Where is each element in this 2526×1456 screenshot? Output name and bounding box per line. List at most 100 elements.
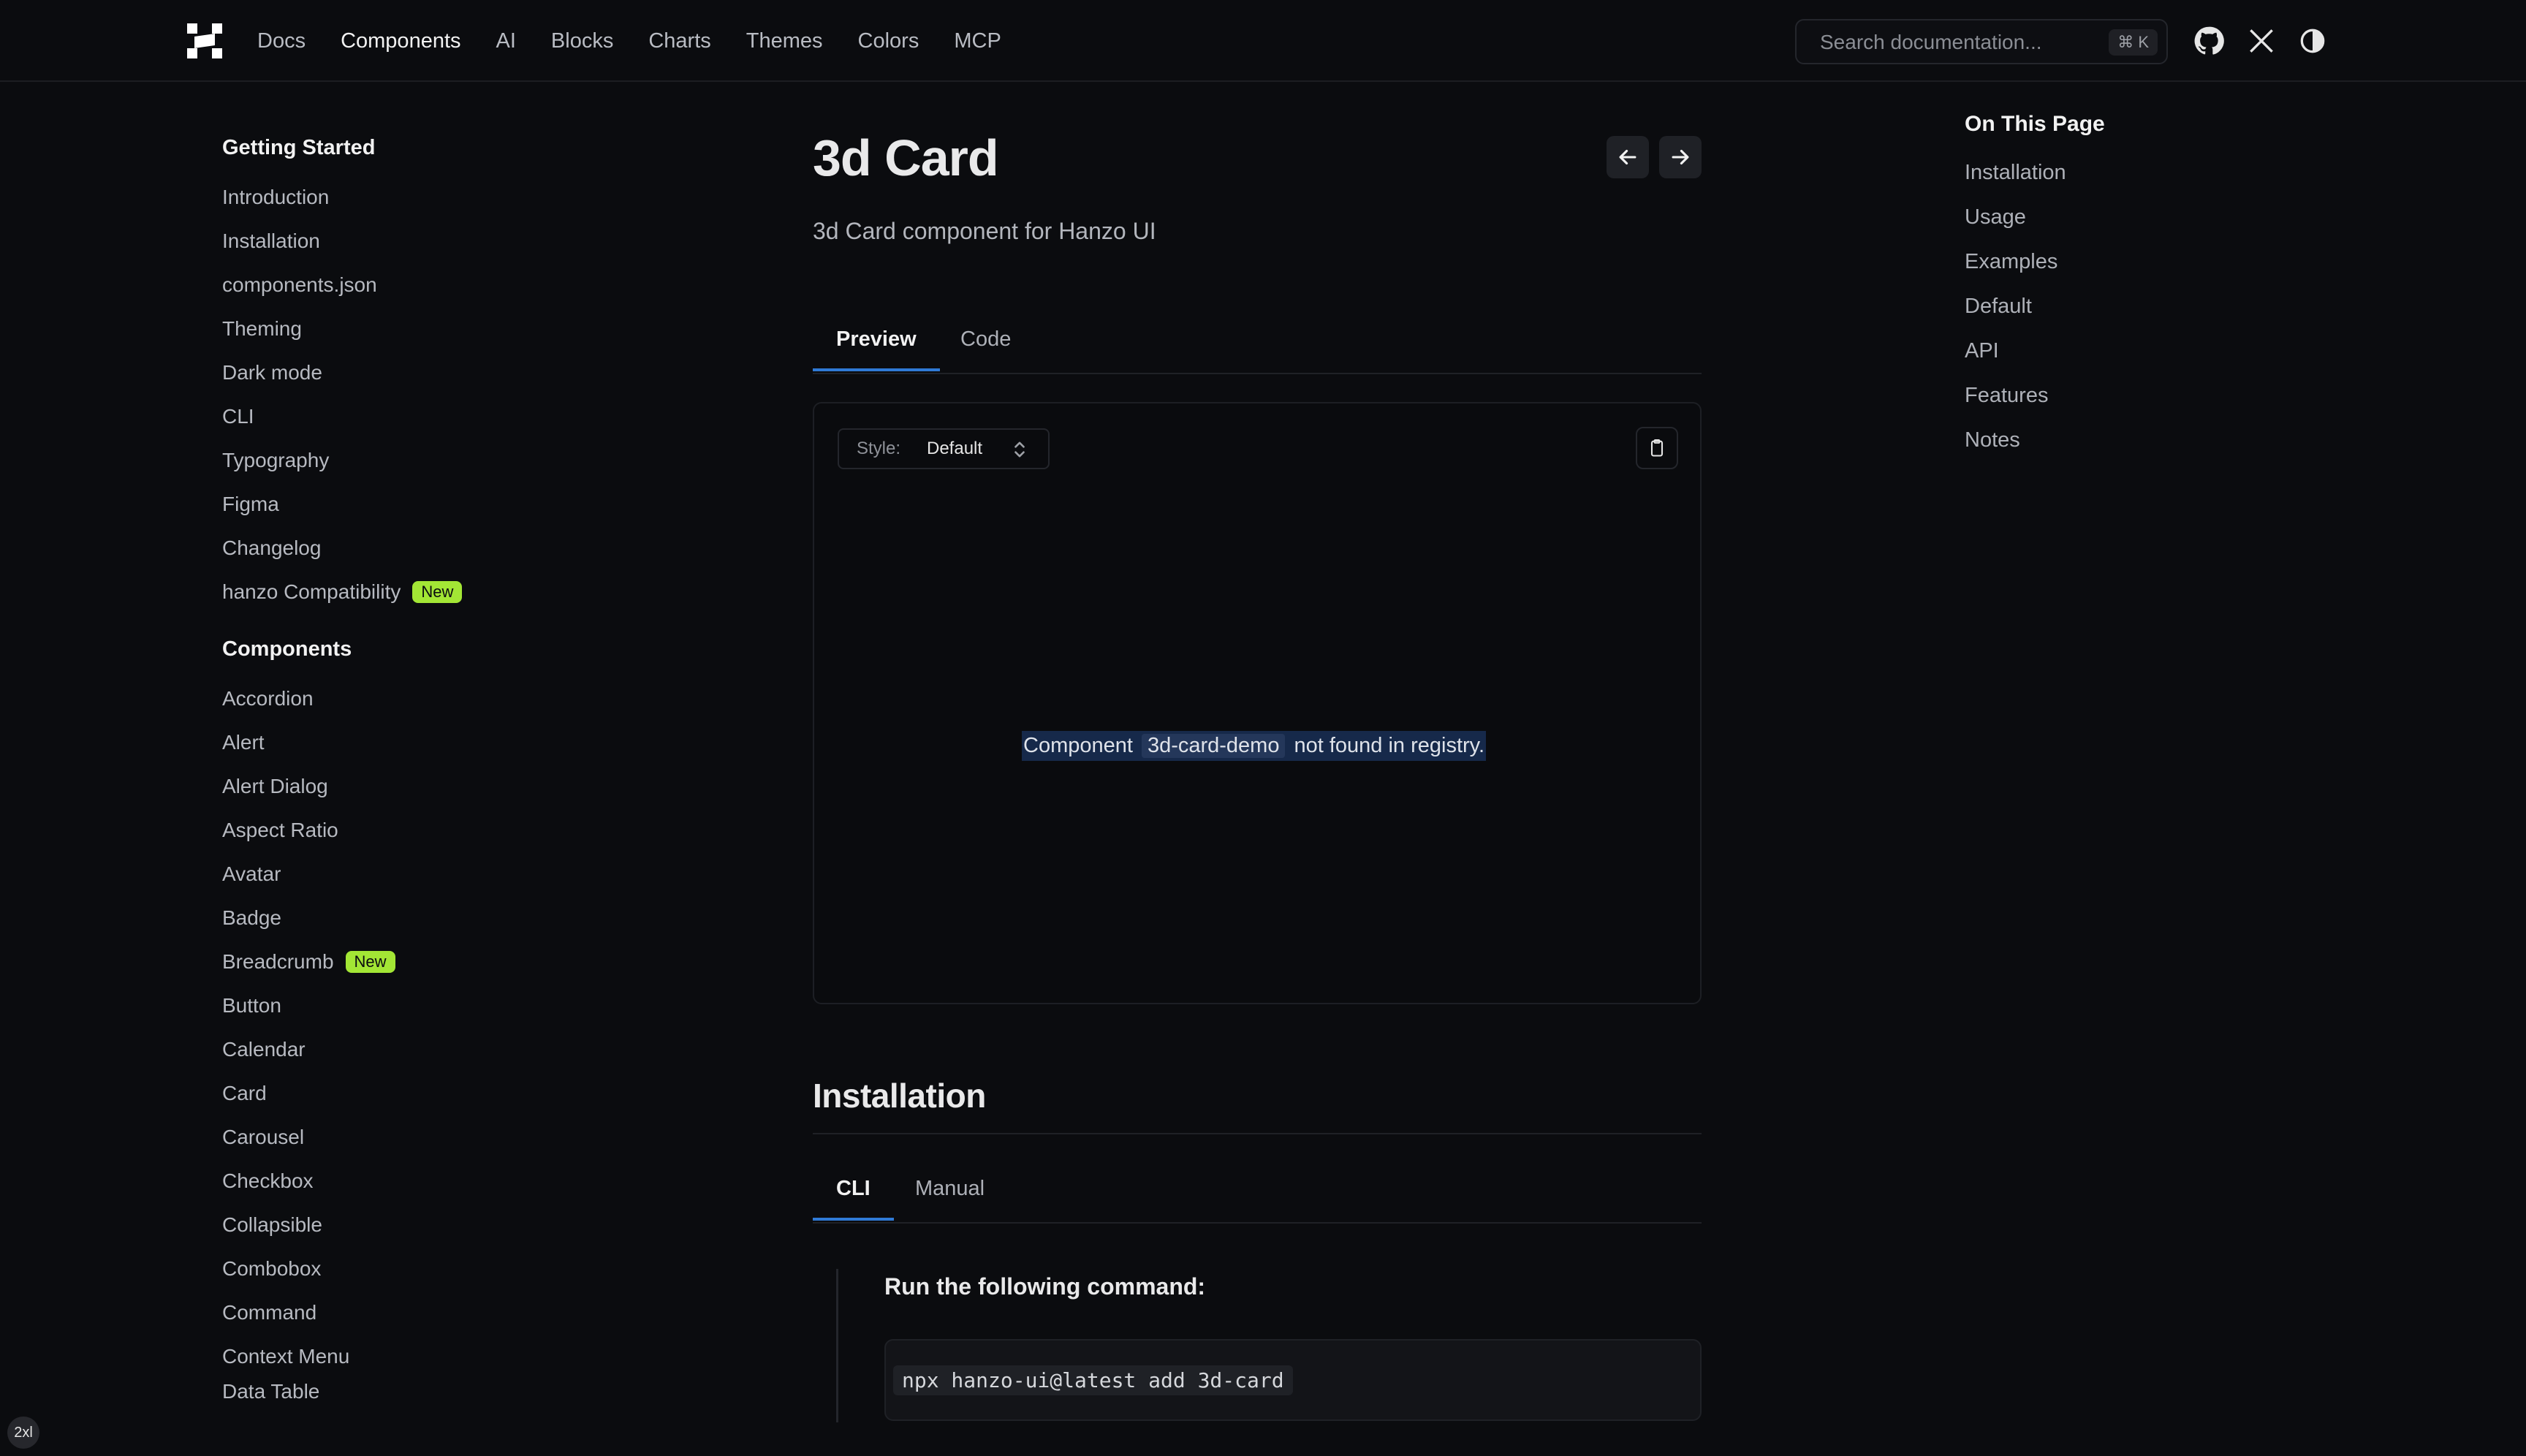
nav-charts[interactable]: Charts — [648, 29, 710, 53]
tab-manual[interactable]: Manual — [892, 1156, 1008, 1221]
sidebar-item-button[interactable]: Button — [222, 984, 632, 1028]
sidebar-item-breadcrumb[interactable]: Breadcrumb New — [222, 940, 632, 984]
step-title: Run the following command: — [884, 1273, 1206, 1300]
toc-item-installation[interactable]: Installation — [1965, 151, 2105, 195]
sidebar-item-accordion[interactable]: Accordion — [222, 677, 632, 721]
sidebar-item-label: Badge — [222, 906, 281, 929]
sidebar-item-carousel[interactable]: Carousel — [222, 1115, 632, 1159]
code-block: npx hanzo-ui@latest add 3d-card — [884, 1339, 1702, 1421]
toc-item-usage[interactable]: Usage — [1965, 195, 2105, 240]
sidebar-item-label: Context Menu — [222, 1345, 350, 1368]
previous-page-button[interactable] — [1607, 136, 1649, 178]
nav-docs[interactable]: Docs — [257, 29, 306, 53]
sidebar-item-context-menu[interactable]: Context Menu — [222, 1335, 632, 1379]
search-placeholder: Search documentation... — [1820, 31, 2042, 53]
component-preview: Style: Default Component 3d-card-demo no… — [813, 402, 1702, 1004]
sidebar-item-changelog[interactable]: Changelog — [222, 526, 632, 570]
sidebar-item-dark-mode[interactable]: Dark mode — [222, 351, 632, 395]
sidebar-item-installation[interactable]: Installation — [222, 219, 632, 263]
sidebar-item-label: Card — [222, 1082, 267, 1104]
sidebar-item-label: Combobox — [222, 1257, 322, 1280]
sidebar-item-label: Accordion — [222, 687, 314, 710]
sidebar-item-label: Figma — [222, 493, 279, 515]
search-shortcut: ⌘ K — [2109, 29, 2158, 56]
search-input[interactable]: Search documentation... ⌘ K — [1795, 19, 2168, 64]
toc-item-api[interactable]: API — [1965, 329, 2105, 374]
nav-themes[interactable]: Themes — [746, 29, 823, 53]
next-page-button[interactable] — [1659, 136, 1702, 178]
sidebar-item-collapsible[interactable]: Collapsible — [222, 1203, 632, 1247]
installation-heading: Installation — [813, 1077, 986, 1115]
sidebar-item-components-json[interactable]: components.json — [222, 263, 632, 307]
sidebar-item-label: Collapsible — [222, 1213, 322, 1236]
toc-item-notes[interactable]: Notes — [1965, 418, 2105, 463]
preview-code-tabs: Preview Code — [813, 307, 1702, 374]
installation-tabs: CLI Manual — [813, 1156, 1702, 1224]
style-select-label: Style: — [857, 439, 901, 458]
divider — [813, 1133, 1702, 1134]
x-icon[interactable] — [2245, 25, 2277, 57]
sidebar-item-badge[interactable]: Badge — [222, 896, 632, 940]
tab-code[interactable]: Code — [937, 307, 1034, 371]
nav-colors[interactable]: Colors — [858, 29, 919, 53]
sidebar-item-label: Changelog — [222, 536, 322, 559]
sidebar-item-introduction[interactable]: Introduction — [222, 175, 632, 219]
error-prefix: Component — [1023, 734, 1133, 757]
sidebar-item-avatar[interactable]: Avatar — [222, 852, 632, 896]
tab-preview[interactable]: Preview — [813, 307, 940, 371]
sidebar-heading-components: Components — [222, 637, 352, 661]
sidebar-item-command[interactable]: Command — [222, 1291, 632, 1335]
sidebar-item-label: Data Table — [222, 1380, 320, 1403]
sidebar-item-card[interactable]: Card — [222, 1072, 632, 1115]
sidebar-item-label: Button — [222, 994, 281, 1017]
sidebar-item-label: CLI — [222, 405, 254, 428]
toc-item-default[interactable]: Default — [1965, 284, 2105, 329]
registry-error-message: Component 3d-card-demo not found in regi… — [1022, 731, 1487, 761]
toc-item-examples[interactable]: Examples — [1965, 240, 2105, 284]
sidebar-item-figma[interactable]: Figma — [222, 482, 632, 526]
sidebar-item-hanzo-compatibility[interactable]: hanzo Compatibility New — [222, 570, 632, 614]
sidebar-item-label: Typography — [222, 449, 330, 471]
nav-components[interactable]: Components — [341, 29, 460, 53]
sidebar-item-cli[interactable]: CLI — [222, 395, 632, 439]
sidebar-item-label: Installation — [222, 230, 320, 252]
arrow-right-icon — [1672, 149, 1689, 165]
style-select-value: Default — [927, 439, 983, 458]
page-title: 3d Card — [813, 129, 999, 186]
nav-ai[interactable]: AI — [496, 29, 516, 53]
sidebar-item-label: Checkbox — [222, 1169, 314, 1192]
github-icon[interactable] — [2193, 25, 2225, 57]
sidebar-item-label: Dark mode — [222, 361, 322, 384]
sidebar-item-label: Carousel — [222, 1126, 305, 1148]
nav-mcp[interactable]: MCP — [954, 29, 1001, 53]
sidebar-item-alert-dialog[interactable]: Alert Dialog — [222, 765, 632, 808]
sidebar-item-typography[interactable]: Typography — [222, 439, 632, 482]
toc-item-features[interactable]: Features — [1965, 374, 2105, 418]
sidebar-item-label: Breadcrumb — [222, 950, 334, 973]
install-command[interactable]: npx hanzo-ui@latest add 3d-card — [893, 1365, 1293, 1395]
step-indicator — [836, 1269, 838, 1422]
sidebar-item-label: Aspect Ratio — [222, 819, 338, 841]
sidebar-item-calendar[interactable]: Calendar — [222, 1028, 632, 1072]
copy-button[interactable] — [1636, 427, 1678, 469]
sidebar-item-theming[interactable]: Theming — [222, 307, 632, 351]
docs-sidebar: Getting Started Introduction Installatio… — [222, 132, 632, 1405]
style-select[interactable]: Style: Default — [838, 428, 1050, 469]
sidebar-item-data-table[interactable]: Data Table — [222, 1379, 632, 1405]
tab-cli[interactable]: CLI — [813, 1156, 894, 1221]
nav-blocks[interactable]: Blocks — [551, 29, 613, 53]
logo-icon[interactable] — [186, 22, 224, 60]
sidebar-item-label: Alert Dialog — [222, 775, 328, 797]
sidebar-item-combobox[interactable]: Combobox — [222, 1247, 632, 1291]
breakpoint-indicator: 2xl — [7, 1417, 39, 1449]
main-nav: Docs Components AI Blocks Charts Themes … — [257, 0, 1001, 82]
sidebar-item-aspect-ratio[interactable]: Aspect Ratio — [222, 808, 632, 852]
sidebar-item-label: Alert — [222, 731, 265, 754]
sidebar-item-alert[interactable]: Alert — [222, 721, 632, 765]
theme-toggle-icon[interactable] — [2296, 25, 2329, 57]
sidebar-item-label: Calendar — [222, 1038, 306, 1061]
page-subtitle: 3d Card component for Hanzo UI — [813, 218, 1156, 244]
sidebar-item-label: Theming — [222, 317, 302, 340]
toc-heading: On This Page — [1965, 112, 2105, 136]
sidebar-item-checkbox[interactable]: Checkbox — [222, 1159, 632, 1203]
